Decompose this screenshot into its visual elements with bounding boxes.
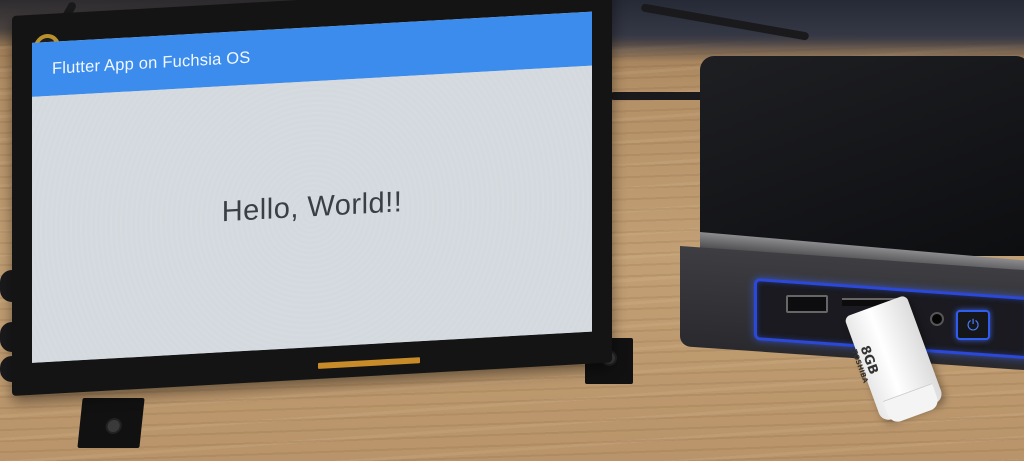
audio-jack <box>930 312 944 326</box>
power-icon: ⏻ <box>967 316 979 334</box>
app-body: Hello, World!! <box>32 65 592 363</box>
usb-port <box>786 295 828 313</box>
photo-scene: Flutter App on Fuchsia OS Hello, World!!… <box>0 0 1024 461</box>
mini-pc-top <box>700 56 1024 256</box>
power-button[interactable]: ⏻ <box>956 310 990 340</box>
monitor-display: Flutter App on Fuchsia OS Hello, World!! <box>32 11 592 363</box>
hello-world-text: Hello, World!! <box>221 185 403 228</box>
screw <box>104 418 123 434</box>
touchscreen-monitor: Flutter App on Fuchsia OS Hello, World!! <box>12 0 612 396</box>
app-title: Flutter App on Fuchsia OS <box>52 48 251 78</box>
ribbon-connector <box>318 357 420 369</box>
cable <box>610 92 706 100</box>
monitor-stand-left <box>77 398 145 448</box>
